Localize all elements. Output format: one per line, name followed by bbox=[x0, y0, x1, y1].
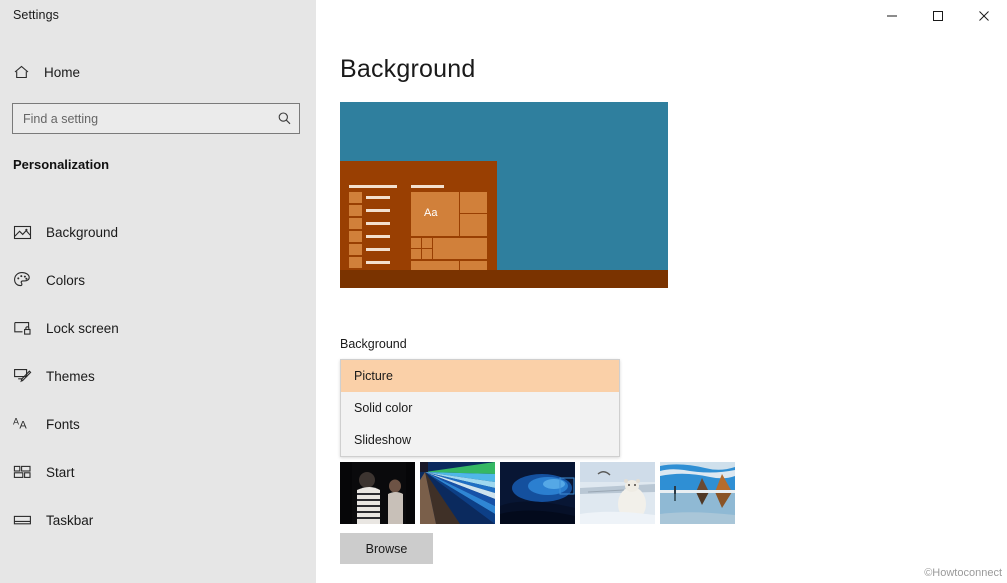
preview-start-menu: Aa bbox=[340, 161, 497, 288]
preview-tile-small bbox=[411, 249, 421, 259]
preview-tile-wide bbox=[433, 238, 487, 259]
main-content: Background bbox=[316, 0, 1007, 583]
maximize-button[interactable] bbox=[915, 0, 961, 32]
preview-tiles-header-line bbox=[411, 185, 444, 188]
preview-left-line bbox=[366, 261, 390, 264]
app-title: Settings bbox=[13, 8, 59, 22]
preview-tile-small bbox=[411, 238, 421, 248]
preview-left-square bbox=[349, 257, 362, 268]
dropdown-option-solid-color[interactable]: Solid color bbox=[341, 392, 619, 424]
background-type-label: Background bbox=[340, 337, 407, 351]
sidebar-item-start-label: Start bbox=[46, 465, 75, 480]
dropdown-option-picture[interactable]: Picture bbox=[341, 360, 619, 392]
recent-images-list bbox=[340, 462, 735, 524]
close-button[interactable] bbox=[961, 0, 1007, 32]
dropdown-option-slideshow[interactable]: Slideshow bbox=[341, 424, 619, 456]
svg-text:A: A bbox=[19, 420, 27, 432]
home-icon bbox=[13, 64, 38, 80]
window-controls bbox=[869, 0, 1007, 32]
thumbnail-blue-rays[interactable] bbox=[420, 462, 495, 524]
sidebar-item-taskbar[interactable]: Taskbar bbox=[0, 496, 316, 544]
preview-left-square bbox=[349, 231, 362, 242]
preview-tile-medium bbox=[460, 214, 487, 236]
sidebar-item-colors-label: Colors bbox=[46, 273, 85, 288]
sidebar-item-start[interactable]: Start bbox=[0, 448, 316, 496]
preview-left-line bbox=[366, 248, 390, 251]
sidebar-item-lock-screen[interactable]: Lock screen bbox=[0, 304, 316, 352]
sidebar-item-taskbar-label: Taskbar bbox=[46, 513, 93, 528]
preview-left-line bbox=[366, 222, 390, 225]
preview-left-square bbox=[349, 244, 362, 255]
browse-button[interactable]: Browse bbox=[340, 533, 433, 564]
thumbnail-dark-blue-abstract[interactable] bbox=[500, 462, 575, 524]
sidebar-item-home[interactable]: Home bbox=[0, 57, 316, 87]
sidebar-item-home-label: Home bbox=[44, 65, 80, 80]
thumbnail-people-dark[interactable] bbox=[340, 462, 415, 524]
settings-window: Settings Home Personalization bbox=[0, 0, 1007, 583]
lock-screen-icon bbox=[13, 320, 39, 337]
thumbnail-beach-sea-stacks[interactable] bbox=[660, 462, 735, 524]
palette-icon bbox=[13, 271, 39, 289]
sidebar-section-title: Personalization bbox=[13, 157, 109, 172]
preview-left-line bbox=[366, 209, 390, 212]
preview-left-square bbox=[349, 218, 362, 229]
sidebar-item-background[interactable]: Background bbox=[0, 208, 316, 256]
search-icon[interactable] bbox=[269, 111, 299, 126]
sidebar-item-fonts[interactable]: A A Fonts bbox=[0, 400, 316, 448]
sidebar-item-fonts-label: Fonts bbox=[46, 417, 80, 432]
thumbnail-polar-bear[interactable] bbox=[580, 462, 655, 524]
picture-icon bbox=[13, 224, 39, 241]
preview-tile-medium bbox=[460, 192, 487, 213]
preview-left-line bbox=[366, 196, 390, 199]
page-title: Background bbox=[340, 55, 475, 84]
preview-left-square bbox=[349, 192, 362, 203]
search-input[interactable] bbox=[13, 112, 269, 126]
sidebar-item-themes[interactable]: Themes bbox=[0, 352, 316, 400]
search-box[interactable] bbox=[12, 103, 300, 134]
minimize-button[interactable] bbox=[869, 0, 915, 32]
preview-left-header-line bbox=[349, 185, 397, 188]
svg-text:A: A bbox=[13, 417, 19, 427]
preview-left-square bbox=[349, 205, 362, 216]
preview-taskbar bbox=[340, 270, 668, 288]
watermark: ©Howtoconnect bbox=[924, 567, 1002, 579]
preview-tile-small bbox=[422, 238, 432, 248]
start-tiles-icon bbox=[13, 464, 39, 480]
sidebar-item-lock-screen-label: Lock screen bbox=[46, 321, 119, 336]
themes-brush-icon bbox=[13, 367, 39, 385]
preview-tile-small bbox=[422, 249, 432, 259]
background-type-dropdown[interactable]: Picture Solid color Slideshow bbox=[340, 359, 620, 457]
preview-tile-text: Aa bbox=[424, 207, 437, 219]
sidebar-item-themes-label: Themes bbox=[46, 369, 95, 384]
fonts-aa-icon: A A bbox=[13, 416, 39, 432]
preview-left-line bbox=[366, 235, 390, 238]
sidebar-item-background-label: Background bbox=[46, 225, 118, 240]
sidebar-nav-list: Background Colors bbox=[0, 208, 316, 544]
sidebar-item-colors[interactable]: Colors bbox=[0, 256, 316, 304]
sidebar: Settings Home Personalization bbox=[0, 0, 316, 583]
taskbar-icon bbox=[13, 513, 39, 527]
desktop-preview: Aa bbox=[340, 102, 668, 288]
